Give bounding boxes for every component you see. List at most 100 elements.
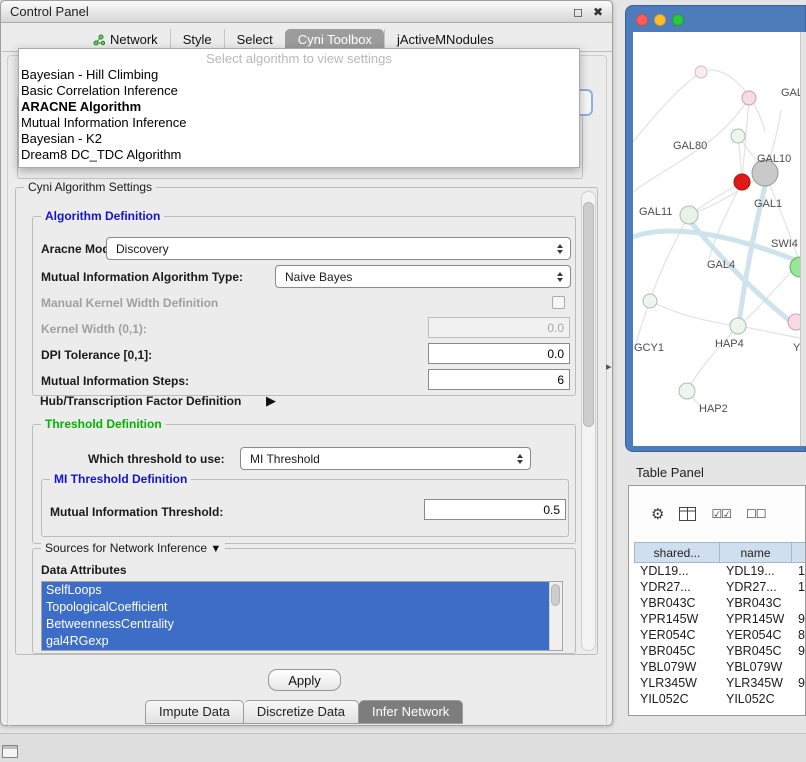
dropdown-item[interactable]: Basic Correlation Inference bbox=[19, 83, 579, 99]
attribute-item[interactable]: TopologicalCoefficient bbox=[42, 599, 549, 616]
table-row[interactable]: YBL079W YBL079W bbox=[634, 659, 806, 675]
bottom-tabs: Impute Data Discretize Data Infer Networ… bbox=[145, 700, 463, 724]
close-traffic-icon[interactable] bbox=[636, 14, 648, 26]
graph-node-label: GCY1 bbox=[634, 342, 664, 354]
mi-type-select[interactable]: Naive Bayes bbox=[275, 265, 571, 288]
dpi-tolerance-input[interactable] bbox=[428, 343, 570, 364]
graph-node-label: GAL4 bbox=[707, 259, 735, 271]
threshold-definition-title: Threshold Definition bbox=[41, 417, 166, 431]
minimize-icon[interactable]: ◻ bbox=[573, 5, 583, 19]
minimize-traffic-icon[interactable] bbox=[654, 14, 666, 26]
cell-name: YIL052C bbox=[720, 691, 792, 707]
sources-group: Sources for Network Inference ▼ Data Att… bbox=[32, 548, 576, 654]
cell-shared-name: YDR27... bbox=[634, 579, 720, 595]
dropdown-item[interactable]: Mutual Information Inference bbox=[19, 115, 579, 131]
column-header-name[interactable]: name bbox=[720, 542, 792, 563]
cell-value: 9. bbox=[792, 675, 806, 691]
combo-arrows-icon bbox=[557, 272, 563, 282]
table-row[interactable]: YPR145W YPR145W 9. bbox=[634, 611, 806, 627]
kernel-width-label: Kernel Width (0,1): bbox=[41, 322, 147, 336]
threshold-definition-group: Threshold Definition Which threshold to … bbox=[32, 424, 576, 544]
cell-name: YLR345W bbox=[720, 675, 792, 691]
algorithm-dropdown-popup: Select algorithm to view settings Bayesi… bbox=[18, 48, 580, 168]
select-all-checks-icon[interactable]: ☑☑ bbox=[711, 508, 731, 520]
graph-node[interactable] bbox=[679, 383, 695, 399]
graph-node-label: SWI4 bbox=[771, 238, 798, 250]
network-scrollbar[interactable] bbox=[800, 32, 806, 446]
graph-node[interactable] bbox=[680, 206, 698, 224]
zoom-traffic-icon[interactable] bbox=[672, 14, 684, 26]
mi-threshold-input[interactable] bbox=[424, 499, 566, 520]
graph-node[interactable] bbox=[643, 294, 657, 308]
table-row[interactable]: YLR345W YLR345W 9. bbox=[634, 675, 806, 691]
graph-node[interactable] bbox=[742, 91, 756, 105]
attribute-item[interactable]: BetweennessCentrality bbox=[42, 616, 549, 633]
which-threshold-select[interactable]: MI Threshold bbox=[240, 447, 531, 470]
gear-icon[interactable]: ⚙ bbox=[651, 507, 664, 522]
settings-scrollbar-thumb[interactable] bbox=[583, 202, 594, 427]
tab-impute-data[interactable]: Impute Data bbox=[145, 700, 244, 724]
sources-title-text: Sources for Network Inference bbox=[45, 541, 207, 555]
mi-threshold-group-title: MI Threshold Definition bbox=[50, 472, 191, 486]
dpi-tolerance-label: DPI Tolerance [0,1]: bbox=[41, 348, 152, 362]
column-header-partial[interactable] bbox=[792, 542, 806, 563]
tab-label: Style bbox=[183, 32, 212, 47]
graph-node[interactable] bbox=[695, 66, 707, 78]
table-row[interactable]: YER054C YER054C 8. bbox=[634, 627, 806, 643]
deselect-all-checks-icon[interactable]: ☐☐ bbox=[746, 508, 766, 520]
panel-divider-arrow-icon[interactable]: ▸ bbox=[606, 360, 612, 373]
dropdown-item[interactable]: Bayesian - K2 bbox=[19, 131, 579, 147]
collapsed-panel-icon[interactable] bbox=[2, 745, 18, 758]
attribute-item[interactable]: SelfLoops bbox=[42, 582, 549, 599]
apply-button[interactable]: Apply bbox=[268, 669, 341, 691]
graph-edge bbox=[633, 72, 701, 142]
cell-name: YDL19... bbox=[720, 563, 792, 579]
dropdown-item[interactable]: Bayesian - Hill Climbing bbox=[19, 67, 579, 83]
graph-node[interactable] bbox=[730, 318, 746, 334]
graph-node-label: GAL11 bbox=[639, 206, 672, 218]
table-row[interactable]: YIL052C YIL052C bbox=[634, 691, 806, 707]
table-row[interactable]: YBR045C YBR045C 9. bbox=[634, 643, 806, 659]
attributes-list-scrollbar[interactable] bbox=[549, 582, 562, 650]
manual-kernel-checkbox[interactable] bbox=[552, 296, 565, 309]
cell-value bbox=[792, 595, 806, 611]
graph-node-red[interactable] bbox=[734, 174, 750, 190]
columns-icon[interactable] bbox=[679, 507, 696, 521]
graph-node[interactable] bbox=[788, 314, 800, 330]
close-icon[interactable]: ✖ bbox=[593, 5, 603, 19]
mi-steps-input[interactable] bbox=[428, 369, 570, 390]
cell-value bbox=[792, 691, 806, 707]
graph-node-label: HAP4 bbox=[715, 338, 744, 350]
aracne-mode-select[interactable]: Discovery bbox=[106, 237, 571, 260]
table-panel-titlebar[interactable]: Table Panel bbox=[628, 461, 806, 483]
table-row[interactable]: YDL19... YDL19... 13 bbox=[634, 563, 806, 579]
kernel-width-input[interactable] bbox=[428, 317, 570, 338]
combo-arrows-icon bbox=[557, 244, 563, 254]
table-row[interactable]: YBR043C YBR043C bbox=[634, 595, 806, 611]
attribute-item[interactable]: gal4RGexp bbox=[42, 633, 549, 650]
graph-node[interactable] bbox=[731, 129, 745, 143]
cell-name: YPR145W bbox=[720, 611, 792, 627]
tab-discretize-data[interactable]: Discretize Data bbox=[244, 700, 359, 724]
cell-value: 12 bbox=[792, 579, 806, 595]
settings-scrollbar[interactable] bbox=[581, 191, 596, 651]
attributes-list-scrollbar-thumb[interactable] bbox=[551, 584, 560, 606]
sources-collapse-arrow-icon[interactable]: ▼ bbox=[210, 543, 221, 555]
cell-value: 9. bbox=[792, 611, 806, 627]
tab-label: jActiveMNodules bbox=[397, 32, 494, 47]
column-header-shared-name[interactable]: shared... bbox=[634, 542, 720, 563]
graph-node-label: GAL10 bbox=[757, 153, 791, 165]
dropdown-item[interactable]: Dream8 DC_TDC Algorithm bbox=[19, 147, 579, 163]
network-view-window[interactable]: GAL8 GAL80 GAL10 GAL11 GAL1 SWI4 GAL4 GC… bbox=[625, 5, 806, 452]
table-row[interactable]: YDR27... YDR27... 12 bbox=[634, 579, 806, 595]
graph-node-label: GAL1 bbox=[754, 198, 782, 210]
dropdown-item-selected[interactable]: ARACNE Algorithm bbox=[19, 99, 579, 115]
hub-definition-label: Hub/Transcription Factor Definition bbox=[40, 394, 241, 408]
tab-infer-network[interactable]: Infer Network bbox=[359, 700, 463, 724]
hub-expand-arrow-icon[interactable]: ▶ bbox=[266, 393, 276, 409]
table-toolbar: ⚙ ☑☑ ☐☐ bbox=[629, 486, 805, 542]
cell-value: 13 bbox=[792, 563, 806, 579]
control-panel-titlebar[interactable]: Control Panel ◻ ✖ bbox=[1, 1, 612, 23]
desktop-bottom-strip bbox=[0, 733, 806, 762]
network-canvas[interactable]: GAL8 GAL80 GAL10 GAL11 GAL1 SWI4 GAL4 GC… bbox=[633, 32, 800, 446]
